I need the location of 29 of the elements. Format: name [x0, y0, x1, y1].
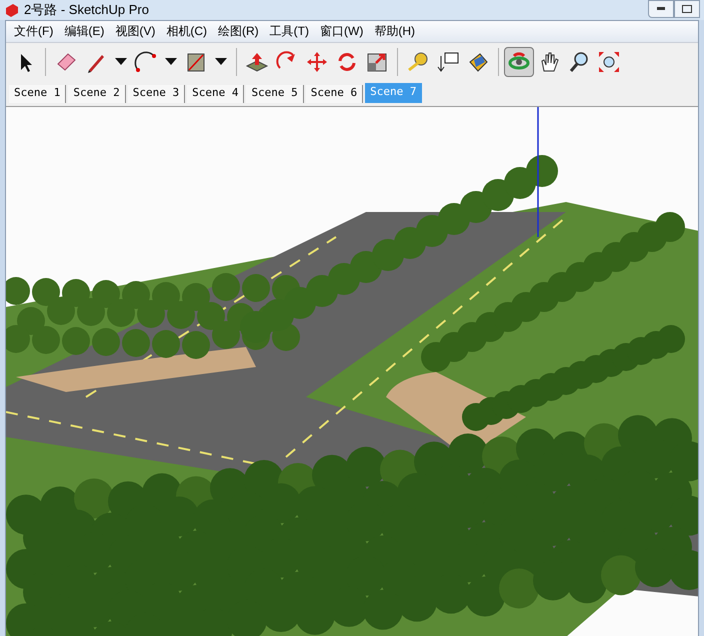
text-label-icon [436, 50, 460, 74]
tape-measure-icon [406, 50, 430, 74]
menu-item[interactable]: 视图(V) [111, 22, 160, 40]
scene-tab[interactable]: Scene 3 [128, 84, 186, 102]
caret-icon [165, 58, 177, 65]
menu-item[interactable]: 绘图(R) [214, 22, 263, 40]
scene-tab[interactable]: Scene 6 [306, 84, 364, 102]
minimize-button[interactable] [648, 0, 674, 18]
restore-icon [682, 5, 692, 13]
menu-item[interactable]: 文件(F) [10, 22, 58, 40]
menu-item[interactable]: 工具(T) [266, 22, 313, 40]
toolbar-button[interactable] [504, 46, 534, 76]
arc-icon [134, 50, 158, 74]
zoom-extents-icon [597, 50, 621, 74]
maximize-button[interactable] [674, 0, 700, 18]
menu-item[interactable]: 帮助(H) [370, 22, 419, 40]
menu-item[interactable]: 相机(C) [162, 22, 211, 40]
scene-tab[interactable]: Scene 5 [246, 84, 304, 102]
move-arrows-icon [305, 50, 329, 74]
scene-tab[interactable]: Scene 1 [9, 84, 66, 102]
scene-tab[interactable]: Scene 4 [187, 84, 244, 102]
menu-item[interactable]: 窗口(W) [316, 22, 368, 40]
caret-icon [215, 58, 227, 65]
scene-tab[interactable]: Scene 2 [68, 84, 126, 102]
menu-item[interactable]: 编辑(E) [60, 22, 108, 40]
window-title: 2号路 - SketchUp Pro [24, 1, 150, 19]
app-logo-icon [4, 2, 20, 18]
caret-icon [115, 58, 127, 65]
minimize-icon [657, 7, 665, 11]
